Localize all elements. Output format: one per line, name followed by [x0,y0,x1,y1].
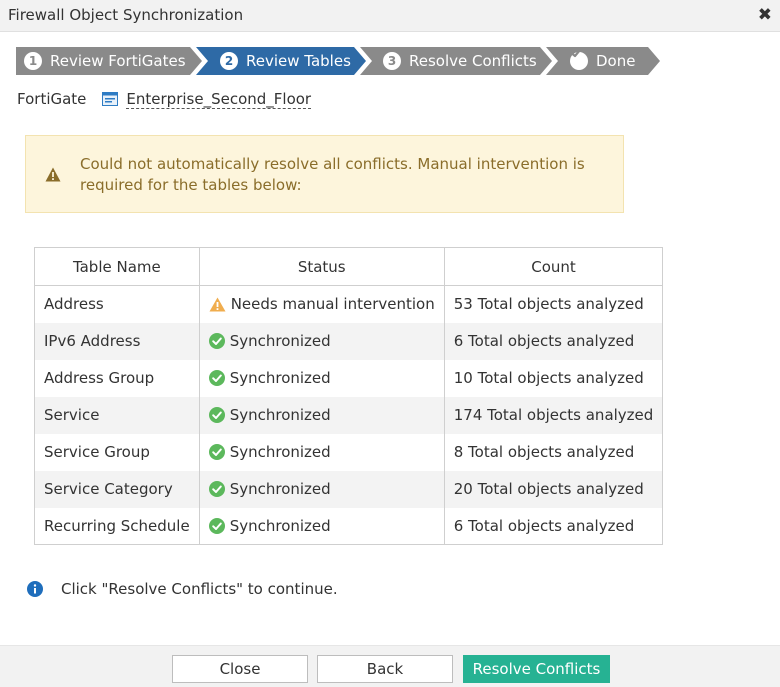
status-text: Synchronized [229,443,331,461]
status-cell: Needs manual intervention [198,285,445,323]
status-cell: Synchronized [198,433,445,471]
check-circle-icon [208,333,225,349]
count-cell: 10 Total objects analyzed [443,359,664,397]
status-text: Synchronized [229,516,331,535]
status-text: Synchronized [229,369,331,387]
check-circle-icon [208,517,225,534]
wizard-step-review-tables[interactable]: 2 Review Tables [196,47,366,75]
step-label: Review Tables [246,52,351,70]
table-row[interactable]: Service Synchronized 174 Total objects a… [34,396,664,434]
info-icon [27,581,43,597]
step-number: 3 [383,52,401,70]
check-circle-icon [208,444,225,460]
table-name-cell: Service Category [34,470,200,508]
table-name-cell: Recurring Schedule [34,507,200,545]
table-name-cell: Service [34,396,200,434]
check-circle-icon [208,407,225,423]
back-button[interactable]: Back [317,655,453,683]
count-cell: 20 Total objects analyzed [443,470,664,508]
status-text: Synchronized [229,406,331,424]
table-row[interactable]: Recurring Schedule Synchronized 6 Total … [34,507,664,545]
count-cell: 53 Total objects analyzed [443,285,664,323]
checkmark-icon [570,48,588,70]
step-label: Resolve Conflicts [409,52,537,70]
status-text: Needs manual intervention [230,295,435,314]
close-icon[interactable]: ✖ [758,5,772,25]
wizard-step-review-fortigates[interactable]: 1 Review FortiGates [16,47,202,75]
table-row[interactable]: Service Category Synchronized 20 Total o… [34,470,664,508]
warning-banner: Could not automatically resolve all conf… [25,135,624,213]
info-text: Click "Resolve Conflicts" to continue. [61,580,338,598]
table-name-cell: Address [34,285,200,323]
status-cell: Synchronized [198,396,445,434]
status-text: Synchronized [229,480,331,498]
count-cell: 6 Total objects analyzed [443,322,664,360]
info-message: Click "Resolve Conflicts" to continue. [27,580,338,598]
table-row[interactable]: Address Group Synchronized 10 Total obje… [34,359,664,397]
count-cell: 174 Total objects analyzed [443,396,664,434]
step-label: Done [596,52,636,70]
fortigate-value[interactable]: Enterprise_Second_Floor [126,90,312,109]
warning-icon [45,167,61,186]
check-circle-icon [208,481,225,497]
dialog-footer: Close Back Resolve Conflicts [0,645,780,687]
dialog-titlebar: Firewall Object Synchronization ✖ [0,0,780,32]
count-cell: 8 Total objects analyzed [443,433,664,471]
check-circle-icon [208,370,225,386]
step-number: 2 [220,52,238,70]
column-header-status[interactable]: Status [198,247,445,286]
device-icon [102,92,119,106]
table-row[interactable]: Address Needs manual intervention 53 Tot… [34,285,664,323]
results-table: Table Name Status Count Address Needs ma… [34,247,664,545]
step-label: Review FortiGates [50,52,186,70]
wizard-steps: 1 Review FortiGates 2 Review Tables 3 Re… [16,47,676,75]
status-cell: Synchronized [198,470,445,508]
close-button[interactable]: Close [172,655,308,683]
table-name-cell: IPv6 Address [34,322,200,360]
column-header-count[interactable]: Count [443,247,664,286]
table-row[interactable]: Service Group Synchronized 8 Total objec… [34,433,664,471]
count-cell: 6 Total objects analyzed [443,507,664,545]
table-header-row: Table Name Status Count [34,247,664,286]
status-text: Synchronized [229,332,331,350]
resolve-conflicts-button[interactable]: Resolve Conflicts [463,655,610,683]
table-name-cell: Service Group [34,433,200,471]
table-name-cell: Address Group [34,359,200,397]
dialog-title: Firewall Object Synchronization [8,6,244,24]
table-row[interactable]: IPv6 Address Synchronized 6 Total object… [34,322,664,360]
status-cell: Synchronized [198,359,445,397]
status-cell: Synchronized [198,322,445,360]
warning-icon [209,297,226,312]
column-header-table-name[interactable]: Table Name [34,247,200,286]
fortigate-label: FortiGate [17,90,87,108]
wizard-step-done[interactable]: Done [546,47,660,75]
wizard-step-resolve-conflicts[interactable]: 3 Resolve Conflicts [360,47,552,75]
status-cell: Synchronized [198,507,445,545]
fortigate-row: FortiGate Enterprise_Second_Floor [17,89,312,109]
warning-text: Could not automatically resolve all conf… [80,155,585,194]
step-number: 1 [24,52,42,70]
